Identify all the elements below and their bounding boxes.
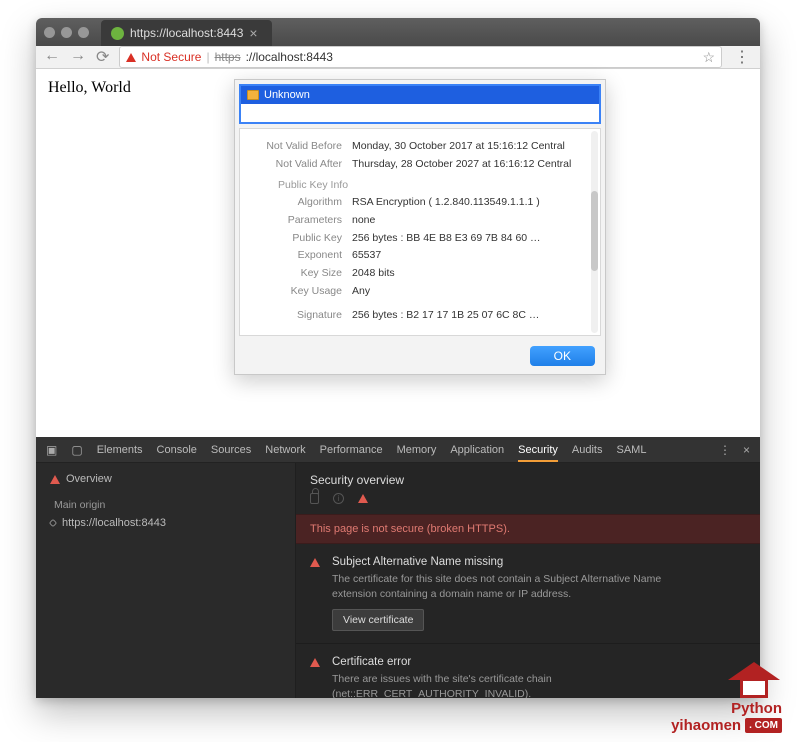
warning-icon [50,475,60,484]
dialog-footer: OK [235,340,605,374]
cert-field: Key Size2048 bits [248,266,586,281]
forward-icon[interactable]: → [70,47,86,67]
cert-field: Signature256 bytes : B2 17 17 1B 25 07 6… [248,308,586,323]
more-icon[interactable]: ⋮ [719,443,731,457]
house-logo-icon [726,662,782,700]
sidebar-origin[interactable]: https://localhost:8443 [50,517,281,529]
tab-application[interactable]: Application [450,444,504,456]
cert-field: Not Valid AfterThursday, 28 October 2027… [248,157,586,172]
sidebar-section: Main origin [54,499,281,511]
tab-title: https://localhost:8443 [130,26,243,40]
cert-field: Parametersnone [248,213,586,228]
warning-icon [126,53,136,62]
back-icon[interactable]: ← [44,47,60,67]
cert-section: Public Key Info [248,179,586,191]
tab-saml[interactable]: SAML [616,444,646,456]
spring-favicon-icon [111,27,124,40]
address-bar[interactable]: Not Secure | https://localhost:8443 ☆ [119,46,722,68]
certificate-icon [247,90,259,100]
security-sidebar: Overview Main origin https://localhost:8… [36,463,296,698]
certificate-details: Not Valid BeforeMonday, 30 October 2017 … [239,128,601,336]
certificate-dialog: Unknown Not Valid BeforeMonday, 30 Octob… [234,79,606,375]
cert-field: Public Key256 bytes : BB 4E B8 E3 69 7B … [248,231,586,246]
bookmark-icon[interactable]: ☆ [702,49,715,66]
info-icon: i [333,493,344,504]
page-body: Hello, World [48,79,131,96]
watermark-line1: Python [671,700,782,717]
security-indicators: i [296,493,760,514]
titlebar: https://localhost:8443 × [36,18,760,46]
security-alert: This page is not secure (broken HTTPS). [296,514,760,544]
warning-icon [310,558,320,567]
certificate-name: Unknown [264,89,310,101]
warning-icon [358,494,368,503]
close-window-icon[interactable] [44,27,55,38]
page-content: Hello, World Unknown Not Valid BeforeMon… [36,69,760,437]
reload-icon[interactable]: ⟳ [96,47,109,67]
device-icon[interactable]: ▢ [71,443,82,457]
tab-console[interactable]: Console [157,444,197,456]
zoom-window-icon[interactable] [78,27,89,38]
close-tab-icon[interactable]: × [249,26,257,40]
browser-window: https://localhost:8443 × ← → ⟳ Not Secur… [36,18,760,698]
panel-title: Security overview [296,463,760,493]
cert-field: AlgorithmRSA Encryption ( 1.2.840.113549… [248,195,586,210]
close-devtools-icon[interactable]: × [743,443,750,457]
scrollbar[interactable] [591,131,598,333]
devtools-body: Overview Main origin https://localhost:8… [36,463,760,698]
url-scheme: https [215,50,241,64]
cert-field: Exponent65537 [248,248,586,263]
view-certificate-button[interactable]: View certificate [332,609,424,631]
security-issue: Subject Alternative Name missing The cer… [296,544,760,644]
minimize-window-icon[interactable] [61,27,72,38]
tab-memory[interactable]: Memory [397,444,437,456]
security-status: Not Secure [141,50,201,64]
url-host: ://localhost:8443 [246,50,333,64]
issue-desc: The certificate for this site does not c… [332,572,692,601]
origin-icon [49,519,57,527]
toolbar: ← → ⟳ Not Secure | https://localhost:844… [36,46,760,69]
certificate-list[interactable]: Unknown [239,84,601,124]
issue-desc: There are issues with the site's certifi… [332,672,692,698]
tab-performance[interactable]: Performance [320,444,383,456]
tab-network[interactable]: Network [265,444,305,456]
tab-audits[interactable]: Audits [572,444,603,456]
issue-title: Subject Alternative Name missing [332,556,746,568]
nav-controls: ← → ⟳ [44,47,109,67]
sidebar-overview[interactable]: Overview [50,473,281,485]
inspect-icon[interactable]: ▣ [46,443,57,457]
tab-elements[interactable]: Elements [97,444,143,456]
tab-sources[interactable]: Sources [211,444,251,456]
warning-icon [310,658,320,667]
ok-button[interactable]: OK [530,346,595,366]
devtools-tabs: ▣ ▢ Elements Console Sources Network Per… [36,437,760,463]
menu-icon[interactable]: ⋮ [732,47,752,67]
cert-field: Key UsageAny [248,284,586,299]
lock-icon [310,493,319,504]
certificate-item[interactable]: Unknown [241,86,599,104]
cert-field: Not Valid BeforeMonday, 30 October 2017 … [248,139,586,154]
window-controls [44,27,89,38]
devtools: ▣ ▢ Elements Console Sources Network Per… [36,437,760,698]
browser-tab[interactable]: https://localhost:8443 × [101,20,272,46]
tab-security[interactable]: Security [518,444,558,462]
watermark-line2: yihaomen . COM [671,717,782,734]
watermark: Python yihaomen . COM [671,662,782,734]
